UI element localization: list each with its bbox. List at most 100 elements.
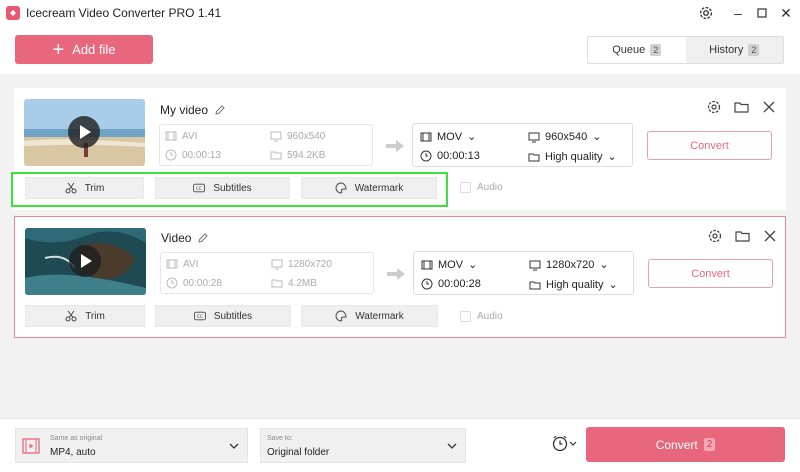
maximize-icon [757, 8, 767, 18]
output-resolution-select[interactable]: 960x540 ⌄ [528, 130, 601, 143]
tab-queue[interactable]: Queue 2 [588, 37, 686, 63]
gear-icon[interactable] [706, 99, 722, 115]
video-name-text: My video [160, 103, 209, 117]
video-thumbnail[interactable] [24, 99, 145, 166]
audio-toggle[interactable]: Audio [460, 182, 503, 193]
source-size-text: 594.2KB [287, 149, 326, 161]
window-title: Icecream Video Converter PRO 1.41 [26, 6, 222, 20]
schedule-button[interactable] [550, 434, 578, 454]
source-duration: 00:00:13 [165, 149, 221, 161]
convert-all-label: Convert [655, 437, 698, 452]
watermark-icon [335, 310, 347, 322]
output-quality-select[interactable]: High quality ⌄ [528, 150, 617, 163]
edit-pencil-icon[interactable] [214, 104, 226, 116]
subtitles-label: Subtitles [213, 310, 253, 322]
source-info: AVI 1280x720 00:00:28 4.2MB [160, 252, 374, 294]
audio-checkbox[interactable] [460, 182, 471, 193]
subtitles-button[interactable]: CC Subtitles [155, 305, 291, 327]
add-file-label: Add file [72, 42, 116, 57]
trim-button[interactable]: Trim [25, 305, 145, 327]
video-name[interactable]: Video [161, 231, 209, 245]
tab-history[interactable]: History 2 [686, 37, 784, 63]
video-name[interactable]: My video [160, 103, 226, 117]
clock-icon [420, 150, 432, 162]
output-quality-select[interactable]: High quality ⌄ [529, 278, 618, 291]
clock-icon [166, 277, 178, 289]
source-format-text: AVI [182, 130, 198, 142]
video-thumbnail[interactable] [25, 228, 146, 295]
output-quality-text: High quality [545, 150, 603, 163]
output-format-select[interactable]: MOV ⌄ [420, 130, 476, 143]
source-resolution: 960x540 [270, 130, 325, 142]
chevron-down-icon: ⌄ [592, 131, 602, 143]
folder-icon [271, 279, 283, 288]
output-resolution-text: 960x540 [545, 130, 588, 143]
source-size: 4.2MB [271, 277, 317, 289]
folder-open-icon[interactable] [735, 228, 751, 244]
svg-text:CC: CC [196, 186, 202, 192]
gear-icon[interactable] [707, 228, 723, 244]
maximize-button[interactable] [752, 3, 772, 23]
chevron-down-icon: ⌄ [607, 151, 617, 163]
chevron-down-icon [447, 443, 457, 449]
settings-gear-icon[interactable] [697, 4, 715, 22]
arrow-right-icon [387, 268, 405, 280]
clock-icon [421, 278, 433, 290]
watermark-label: Watermark [355, 310, 404, 322]
convert-button[interactable]: Convert [647, 131, 772, 160]
output-format-dropdown[interactable]: Same as original MP4, auto [15, 428, 248, 463]
watermark-button[interactable]: Watermark [301, 305, 438, 327]
output-resolution-text: 1280x720 [546, 258, 595, 271]
output-duration: 00:00:13 [420, 150, 480, 162]
audio-toggle[interactable]: Audio [460, 311, 503, 322]
source-resolution-text: 1280x720 [288, 258, 332, 270]
title-bar: Icecream Video Converter PRO 1.41 – ✕ [0, 0, 800, 26]
trim-button[interactable]: Trim [25, 177, 144, 199]
plus-icon: + [52, 38, 65, 61]
watermark-button[interactable]: Watermark [301, 177, 437, 199]
play-icon[interactable] [68, 116, 100, 148]
subtitles-button[interactable]: CC Subtitles [155, 177, 290, 199]
video-name-text: Video [161, 231, 192, 245]
app-logo-icon [6, 6, 20, 20]
minimize-button[interactable]: – [728, 3, 748, 23]
video-format-icon [22, 438, 40, 454]
folder-open-icon[interactable] [734, 99, 750, 115]
output-duration-text: 00:00:28 [438, 278, 481, 290]
edit-pencil-icon[interactable] [197, 232, 209, 244]
chevron-down-icon: ⌄ [608, 279, 618, 291]
format-value: MP4, auto [50, 447, 96, 458]
folder-icon [270, 151, 282, 160]
close-icon[interactable] [761, 99, 777, 115]
svg-text:CC: CC [197, 314, 203, 320]
folder-icon [528, 153, 540, 161]
save-to-dropdown[interactable]: Save to: Original folder [260, 428, 466, 463]
monitor-icon [528, 132, 540, 142]
save-value: Original folder [267, 447, 330, 458]
watermark-icon [335, 182, 347, 194]
audio-label: Audio [477, 311, 503, 322]
close-window-button[interactable]: ✕ [776, 3, 796, 23]
play-icon[interactable] [69, 245, 101, 277]
cc-icon: CC [193, 311, 206, 321]
output-format-select[interactable]: MOV ⌄ [421, 258, 477, 271]
chevron-down-icon [229, 443, 239, 449]
output-format-text: MOV [438, 258, 464, 271]
top-toolbar: + Add file Queue 2 History 2 [0, 26, 800, 74]
add-file-button[interactable]: + Add file [15, 35, 153, 64]
source-duration: 00:00:28 [166, 277, 222, 289]
output-duration: 00:00:28 [421, 278, 481, 290]
folder-icon [529, 281, 541, 289]
source-format: AVI [165, 130, 197, 142]
output-resolution-select[interactable]: 1280x720 ⌄ [529, 258, 609, 271]
source-duration-text: 00:00:13 [182, 149, 221, 161]
audio-checkbox[interactable] [460, 311, 471, 322]
close-icon[interactable] [762, 228, 778, 244]
source-resolution-text: 960x540 [287, 130, 326, 142]
history-count-badge: 2 [748, 44, 760, 56]
monitor-icon [271, 259, 283, 270]
convert-all-button[interactable]: Convert 2 [586, 427, 785, 462]
convert-button[interactable]: Convert [648, 259, 773, 288]
source-format-text: AVI [183, 258, 199, 270]
output-duration-text: 00:00:13 [437, 150, 480, 162]
